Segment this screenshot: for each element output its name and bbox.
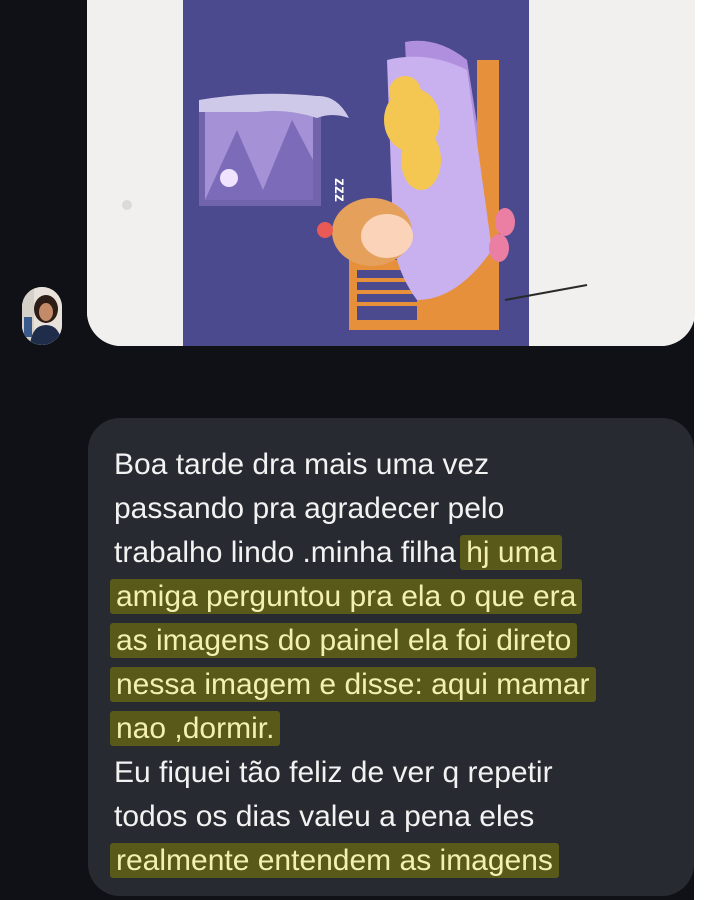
highlighted-text: as imagens do painel ela foi direto [110,623,578,658]
message-line: passando pra agradecer pelo [114,492,505,525]
image-message[interactable]: zzz [87,0,695,346]
message-line: Eu fiquei tão feliz de ver q repetir [114,756,553,789]
message-line: nessa imagem e disse: aqui mamar [110,663,684,707]
message-line: trabalho lindo .minha filha hj uma [114,531,684,575]
message-line: Boa tarde dra mais uma vez [114,448,490,481]
message-line: amiga perguntou pra ela o que era [110,575,684,619]
screen-edge [694,0,720,900]
sleep-text: zzz [331,178,348,202]
message-line: as imagens do painel ela foi direto [110,619,684,663]
highlighted-text: realmente entendem as imagens [110,843,559,878]
message-line: realmente entendem as imagens [110,839,684,883]
avatar-photo-icon [22,287,62,345]
message-line: todos os dias valeu a pena eles [114,800,535,833]
highlighted-text: nessa imagem e disse: aqui mamar [110,667,596,702]
bedtime-illustration-icon: zzz [87,0,695,346]
message-line: nao ,dormir. [110,707,684,751]
highlighted-text: nao ,dormir. [110,711,281,746]
avatar[interactable] [22,287,62,345]
highlighted-text: amiga perguntou pra ela o que era [110,579,583,614]
highlighted-text: hj uma [460,535,563,570]
text-message: Boa tarde dra mais uma vez passando pra … [110,443,684,883]
